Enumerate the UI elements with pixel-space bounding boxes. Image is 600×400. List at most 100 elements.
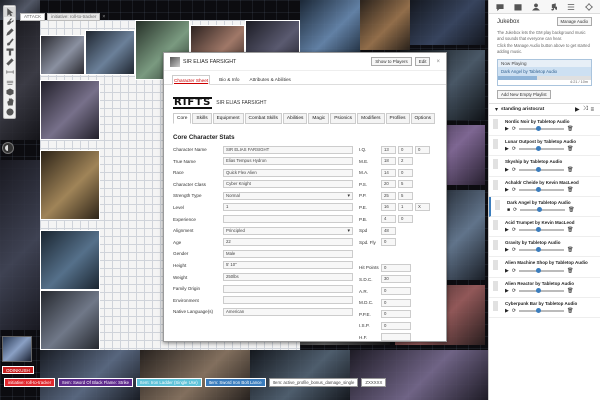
field-input[interactable]: 5' 10" [223,261,353,270]
drag-handle-icon[interactable] [493,139,498,150]
sheet-tab[interactable]: Profiles [385,113,410,124]
drag-handle-icon[interactable] [493,240,498,251]
volume-slider[interactable] [519,146,565,152]
hand-icon[interactable] [4,97,15,107]
trash-icon[interactable]: 🗑 [567,288,573,294]
macro-button[interactable]: ZXXXXX [361,378,387,387]
text-icon[interactable] [4,47,15,57]
attribute-input[interactable]: 0 [398,145,413,154]
play-icon[interactable]: ▶ [505,146,509,152]
sheet-tab[interactable]: Combat Skills [244,113,282,124]
trash-icon[interactable]: 🗑 [567,227,573,233]
edit-button[interactable]: Edit [414,57,431,66]
cursor-icon[interactable] [4,7,15,17]
drag-handle-icon[interactable] [493,159,498,170]
chat-icon[interactable] [495,2,505,12]
volume-slider[interactable] [519,267,565,273]
trash-icon[interactable]: 🗑 [567,308,573,314]
loop-icon[interactable]: ⟳ [512,187,516,193]
track-item[interactable]: Cyberpunk Bar by Tabletop Audio ▶ ⟳ 🗑 [489,298,600,319]
trash-icon[interactable]: 🗑 [567,247,573,253]
attribute-input[interactable]: 2 [398,157,413,166]
track-item[interactable]: Dark Angel by Tabletop Audio ■ ⟳ 🗑 [489,196,600,218]
music-icon[interactable] [548,2,558,12]
trash-icon[interactable]: 🗑 [567,187,573,193]
attribute-input[interactable]: 14 [381,168,396,177]
sheet-tab[interactable]: Psionics [330,113,357,124]
combat-input[interactable]: 0 [381,321,411,330]
drag-handle-icon[interactable] [493,260,498,271]
more-icon[interactable]: ≡ [590,107,594,113]
attribute-input[interactable]: 16 [381,203,396,212]
volume-slider[interactable] [520,207,566,213]
trash-icon[interactable]: 🗑 [567,126,573,132]
playlist-header[interactable]: ▾ standing aristocrat ▶ ⤨ ≡ [489,103,600,116]
attribute-input[interactable]: X [415,203,430,212]
track-item[interactable]: Acid Trumpet by Kevin MacLeod ▶ ⟳ 🗑 [489,217,600,238]
fog-icon[interactable] [4,77,15,87]
drag-handle-icon[interactable] [495,199,500,210]
drag-handle-icon[interactable] [493,179,498,190]
dialog-tab[interactable]: Attributes & Abilities [248,75,291,84]
trash-icon[interactable]: 🗑 [568,207,574,213]
loop-icon[interactable]: ⟳ [512,268,516,274]
book-icon[interactable] [513,2,523,12]
macro-button[interactable]: Item: Sword Iron Bolt Lance [204,378,266,387]
trash-icon[interactable]: 🗑 [567,146,573,152]
player-avatar[interactable] [2,336,32,362]
attribute-input[interactable]: 13 [381,145,396,154]
field-input[interactable]: SIR ELIAS FARSIGHT [223,145,353,154]
track-item[interactable]: Lunar Outpost by Tabletop Audio ▶ ⟳ 🗑 [489,136,600,157]
sheet-tab[interactable]: Abilities [282,113,308,124]
track-item[interactable]: Skyship by Tabletop Audio ▶ ⟳ 🗑 [489,156,600,177]
attribute-input[interactable]: 4 [381,215,396,224]
attribute-input[interactable]: 0 [381,238,396,247]
stop-icon[interactable]: ■ [507,207,510,213]
play-icon[interactable]: ▶ [505,227,509,233]
pencil-icon[interactable] [4,27,15,37]
macro-button[interactable]: initiative: roll-to-tracker [4,378,56,387]
play-icon[interactable]: ▶ [505,268,509,274]
play-icon[interactable]: ▶ [575,106,580,113]
macro-button[interactable]: Item: Sword Of Black Flame: Strike [58,378,134,387]
loop-icon[interactable]: ⟳ [512,146,516,152]
attribute-input[interactable]: 0 [398,168,413,177]
layer-active[interactable]: initiative: roll-to-tracker [47,13,101,21]
field-input[interactable] [223,296,353,305]
attribute-input[interactable]: 18 [381,157,396,166]
shuffle-icon[interactable]: ⤨ [583,106,588,113]
attribute-input[interactable]: 1 [398,203,413,212]
field-input[interactable] [223,284,353,293]
chevron-down-icon[interactable]: ▾ [495,106,498,113]
attribute-input[interactable]: 0 [415,145,430,154]
macro-button[interactable]: Item: Iron Ladder (Single Use) [136,378,202,387]
play-icon[interactable]: ▶ [505,187,509,193]
track-item[interactable]: Alien Machine Shop by Tabletop Audio ▶ ⟳ 🗑 [489,257,600,278]
volume-slider[interactable] [519,186,565,192]
attribute-input[interactable]: 20 [381,180,396,189]
sheet-tab[interactable]: Options [410,113,436,124]
list-icon[interactable] [566,2,576,12]
sheet-tab[interactable]: Magic [308,113,330,124]
dialog-tab[interactable]: Character Sheet [172,75,211,85]
attribute-input[interactable]: 5 [398,180,413,189]
combat-input[interactable]: 30 [381,275,411,284]
field-input[interactable]: 22 [223,238,353,247]
field-select[interactable]: Normal [223,191,353,200]
dialog-titlebar[interactable]: SIR ELIAS FARSIGHT Show to Players Edit … [164,53,446,71]
brush-icon[interactable] [4,37,15,47]
macro-button[interactable]: Item: active_profile_bonus_damage_single [268,378,359,387]
trash-icon[interactable]: 🗑 [567,268,573,274]
play-icon[interactable]: ▶ [505,308,509,314]
dialog-tab[interactable]: Bio & Info [218,75,240,84]
attribute-input[interactable]: 48 [381,226,396,235]
volume-slider[interactable] [519,287,565,293]
field-input[interactable]: Cyber Knight [223,180,353,189]
measure-icon[interactable] [4,67,15,77]
sheet-tab[interactable]: Core [173,113,192,124]
gear-icon[interactable] [584,2,594,12]
drag-handle-icon[interactable] [493,300,498,311]
loop-icon[interactable]: ⟳ [512,247,516,253]
volume-slider[interactable] [519,227,565,233]
close-icon[interactable]: × [102,14,105,20]
